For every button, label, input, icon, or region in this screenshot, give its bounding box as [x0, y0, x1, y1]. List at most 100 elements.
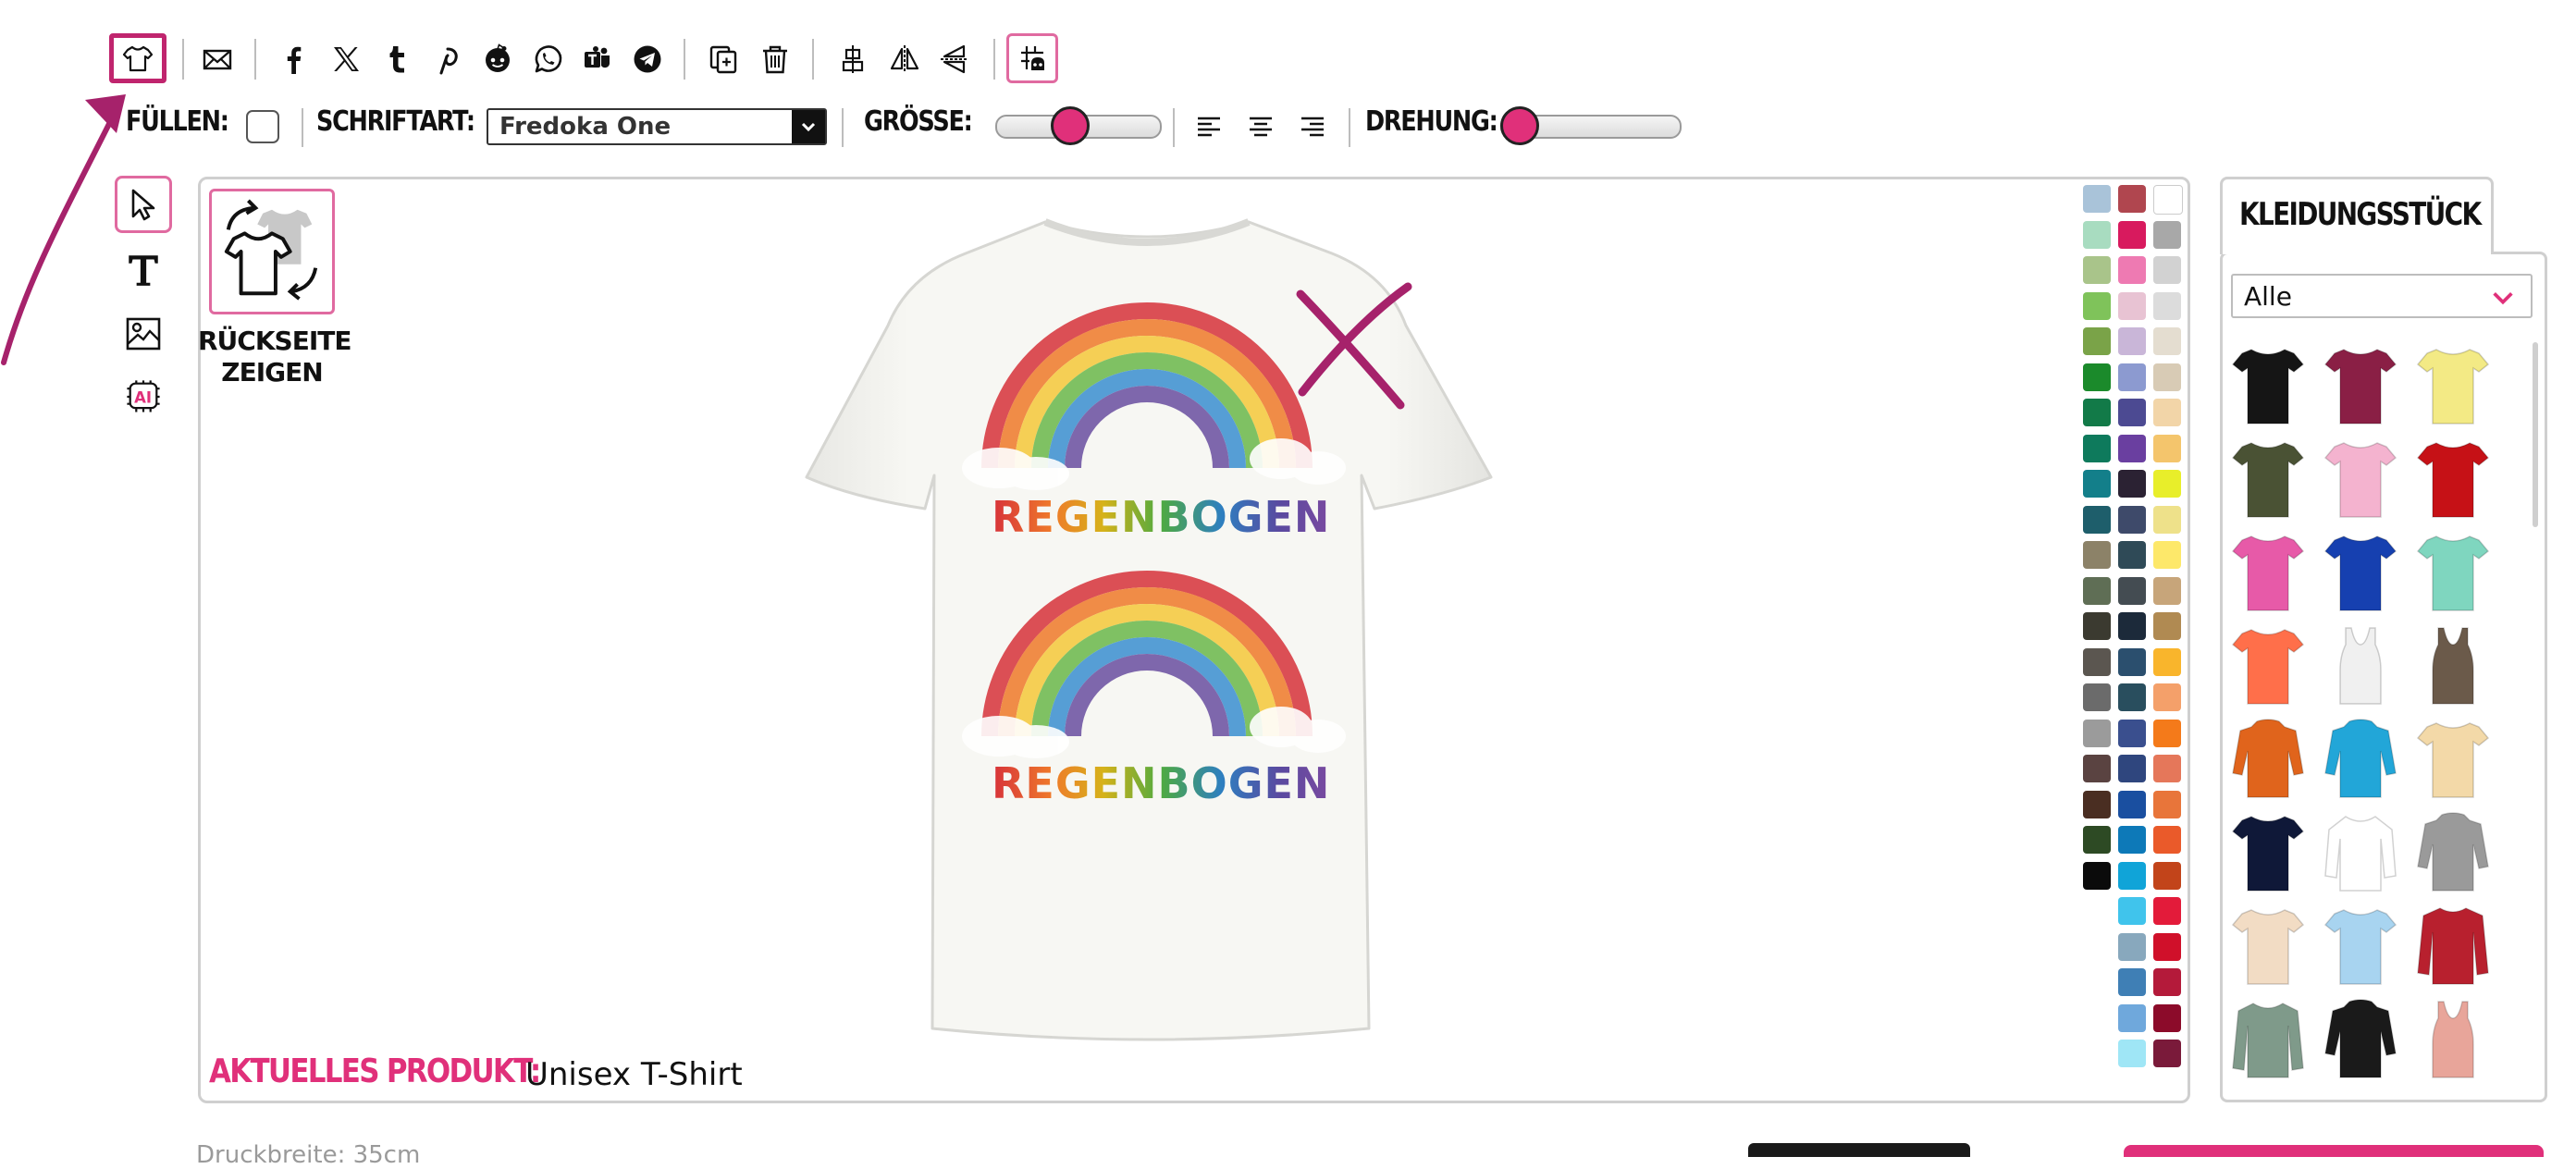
- rotation-slider-knob[interactable]: [1500, 106, 1539, 145]
- color-swatch[interactable]: [2083, 576, 2111, 605]
- color-swatch[interactable]: [2153, 1003, 2181, 1032]
- color-swatch[interactable]: [2083, 220, 2111, 249]
- color-swatch[interactable]: [2083, 363, 2111, 391]
- garment-item[interactable]: [2231, 531, 2305, 614]
- garment-item[interactable]: [2416, 437, 2490, 521]
- color-swatch[interactable]: [2153, 541, 2181, 569]
- color-swatch[interactable]: [2153, 256, 2181, 284]
- color-swatch[interactable]: [2083, 434, 2111, 462]
- color-swatch[interactable]: [2118, 327, 2146, 355]
- color-swatch[interactable]: [2153, 576, 2181, 605]
- color-swatch[interactable]: [2118, 719, 2146, 747]
- garment-item[interactable]: [2416, 344, 2490, 427]
- color-swatch[interactable]: [2153, 505, 2181, 534]
- share-reddit-button[interactable]: [477, 39, 518, 80]
- share-whatsapp-button[interactable]: [527, 39, 568, 80]
- color-swatch[interactable]: [2118, 256, 2146, 284]
- color-swatch[interactable]: [2153, 470, 2181, 498]
- show-back-button[interactable]: [209, 189, 335, 314]
- share-email-button[interactable]: [197, 39, 238, 80]
- color-swatch[interactable]: [2118, 220, 2146, 249]
- garment-item[interactable]: [2231, 624, 2305, 708]
- color-swatch[interactable]: [2118, 363, 2146, 391]
- grid-toggle-button[interactable]: [1006, 33, 1058, 83]
- color-swatch[interactable]: [2153, 1040, 2181, 1067]
- color-swatch[interactable]: [2153, 968, 2181, 996]
- color-swatch[interactable]: [2118, 576, 2146, 605]
- duplicate-button[interactable]: [703, 39, 744, 80]
- color-swatch[interactable]: [2153, 826, 2181, 854]
- color-swatch[interactable]: [2118, 861, 2146, 890]
- color-swatch[interactable]: [2083, 185, 2111, 213]
- color-swatch[interactable]: [2083, 612, 2111, 640]
- select-tool-button[interactable]: [115, 176, 172, 233]
- align-right-button[interactable]: [1297, 111, 1328, 142]
- size-slider-knob[interactable]: [1051, 106, 1091, 145]
- garment-item[interactable]: [2416, 718, 2490, 801]
- garment-item[interactable]: [2323, 998, 2397, 1081]
- color-swatch[interactable]: [2083, 861, 2111, 890]
- add-to-cart-button[interactable]: [2124, 1145, 2544, 1157]
- color-swatch[interactable]: [2153, 897, 2181, 925]
- color-swatch[interactable]: [2153, 220, 2181, 249]
- color-swatch[interactable]: [2153, 861, 2181, 890]
- color-swatch[interactable]: [2083, 826, 2111, 854]
- color-swatch[interactable]: [2118, 612, 2146, 640]
- color-swatch[interactable]: [2153, 755, 2181, 782]
- color-swatch[interactable]: [2118, 647, 2146, 676]
- fill-checkbox[interactable]: [246, 110, 279, 143]
- garment-filter-select[interactable]: Alle: [2231, 274, 2533, 318]
- design-text-2[interactable]: REGENBOGEN: [992, 758, 1330, 808]
- color-swatch[interactable]: [2083, 647, 2111, 676]
- garment-scrollbar[interactable]: [2533, 342, 2538, 527]
- garment-item[interactable]: [2231, 811, 2305, 894]
- garment-item[interactable]: [2323, 718, 2397, 801]
- color-swatch[interactable]: [2083, 399, 2111, 426]
- color-swatch[interactable]: [2153, 185, 2183, 215]
- color-swatch[interactable]: [2083, 291, 2111, 320]
- color-swatch[interactable]: [2118, 683, 2146, 711]
- color-swatch[interactable]: [2083, 683, 2111, 711]
- garment-item[interactable]: [2231, 904, 2305, 988]
- color-swatch[interactable]: [2153, 434, 2181, 462]
- color-swatch[interactable]: [2083, 541, 2111, 569]
- color-swatch[interactable]: [2118, 897, 2146, 925]
- align-center-button[interactable]: [1245, 111, 1276, 142]
- color-swatch[interactable]: [2083, 505, 2111, 534]
- garment-item[interactable]: [2416, 531, 2490, 614]
- share-tumblr-button[interactable]: [377, 39, 418, 80]
- color-swatch[interactable]: [2153, 647, 2181, 676]
- color-swatch[interactable]: [2153, 932, 2181, 961]
- share-telegram-button[interactable]: [627, 39, 668, 80]
- color-swatch[interactable]: [2083, 470, 2111, 498]
- font-select[interactable]: Fredoka One: [487, 108, 827, 145]
- design-text-1[interactable]: REGENBOGEN: [992, 492, 1330, 542]
- center-button[interactable]: [832, 39, 873, 80]
- share-pinterest-button[interactable]: [427, 39, 468, 80]
- color-swatch[interactable]: [2118, 826, 2146, 854]
- color-swatch[interactable]: [2118, 399, 2146, 426]
- color-swatch[interactable]: [2153, 399, 2181, 426]
- color-swatch[interactable]: [2118, 968, 2146, 996]
- garment-item[interactable]: [2416, 904, 2490, 988]
- color-swatch[interactable]: [2118, 434, 2146, 462]
- image-tool-button[interactable]: [115, 305, 172, 363]
- color-swatch[interactable]: [2083, 256, 2111, 284]
- color-swatch[interactable]: [2153, 291, 2181, 320]
- color-swatch[interactable]: [2118, 470, 2146, 498]
- garment-item[interactable]: [2416, 998, 2490, 1081]
- color-swatch[interactable]: [2153, 363, 2181, 391]
- color-swatch[interactable]: [2153, 612, 2181, 640]
- color-swatch[interactable]: [2153, 790, 2181, 818]
- garment-item[interactable]: [2323, 624, 2397, 708]
- garment-item[interactable]: [2416, 624, 2490, 708]
- garment-item[interactable]: [2323, 531, 2397, 614]
- delete-button[interactable]: [755, 39, 795, 80]
- color-swatch[interactable]: [2118, 185, 2146, 213]
- color-swatch[interactable]: [2083, 790, 2111, 818]
- color-swatch[interactable]: [2083, 719, 2111, 747]
- color-swatch[interactable]: [2118, 505, 2146, 534]
- color-swatch[interactable]: [2153, 683, 2181, 711]
- flip-vertical-button[interactable]: [934, 39, 975, 80]
- color-swatch[interactable]: [2083, 755, 2111, 782]
